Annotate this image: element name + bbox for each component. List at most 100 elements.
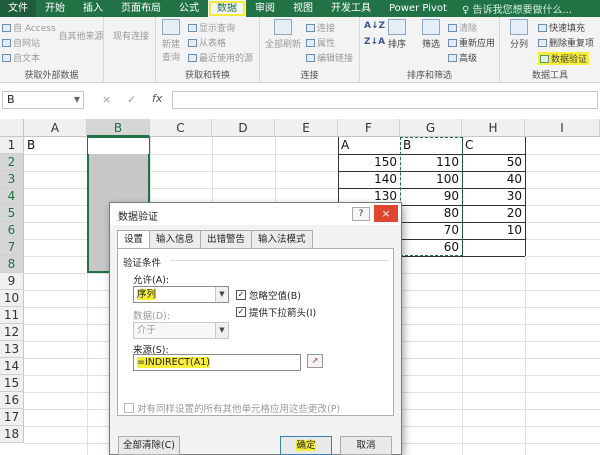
confirm-icon[interactable]: ✓ xyxy=(127,93,136,106)
refresh-all-button[interactable]: 全部刷新 xyxy=(262,19,304,50)
show-queries-button[interactable]: 显示查询 xyxy=(188,21,235,34)
col-header-a[interactable]: A xyxy=(24,119,87,137)
tab-page-layout[interactable]: 页面布局 xyxy=(112,0,170,17)
tab-error-alert[interactable]: 出错警告 xyxy=(200,230,253,248)
cell-g2[interactable]: 110 xyxy=(400,154,462,171)
ignore-blank-checkbox[interactable]: ✓ 忽略空值(B) xyxy=(236,288,301,302)
flash-fill-button[interactable]: 快速填充 xyxy=(538,21,585,34)
new-query-button[interactable]: 新建 查询 xyxy=(156,19,186,63)
tab-power-pivot[interactable]: Power Pivot xyxy=(380,0,456,17)
cell-a1[interactable]: B xyxy=(24,137,87,154)
row-header[interactable]: 3 xyxy=(0,171,24,188)
sort-button[interactable]: 排序 xyxy=(380,19,414,50)
col-header-i[interactable]: I xyxy=(525,119,600,137)
select-all-corner[interactable] xyxy=(0,119,24,137)
row-header[interactable]: 6 xyxy=(0,222,24,239)
cell-h3[interactable]: 40 xyxy=(462,171,525,188)
cancel-button[interactable]: 取消 xyxy=(340,436,392,455)
ok-button[interactable]: 确定 xyxy=(280,436,332,455)
cell-h4[interactable]: 30 xyxy=(462,188,525,205)
row-header[interactable]: 9 xyxy=(0,273,24,290)
row-header[interactable]: 2 xyxy=(0,154,24,171)
clear-button[interactable]: 清除 xyxy=(448,21,477,34)
edit-links-button[interactable]: 编辑链接 xyxy=(306,51,353,64)
help-icon[interactable]: ? xyxy=(352,207,370,221)
cell-g4[interactable]: 90 xyxy=(400,188,462,205)
cell-g7[interactable]: 60 xyxy=(400,239,462,256)
insert-function-icon[interactable]: fx xyxy=(152,92,162,105)
tab-file[interactable]: 文件 xyxy=(0,0,36,17)
close-icon[interactable]: × xyxy=(374,205,398,222)
existing-connections-button[interactable]: 现有连接 xyxy=(110,29,152,42)
chevron-down-icon[interactable]: ▼ xyxy=(74,92,80,108)
advanced-button[interactable]: 高级 xyxy=(448,51,477,64)
tab-view[interactable]: 视图 xyxy=(284,0,322,17)
col-header-c[interactable]: C xyxy=(150,119,212,137)
col-header-e[interactable]: E xyxy=(275,119,338,137)
tab-formulas[interactable]: 公式 xyxy=(170,0,208,17)
col-header-f[interactable]: F xyxy=(338,119,400,137)
tab-insert[interactable]: 插入 xyxy=(74,0,112,17)
row-header[interactable]: 12 xyxy=(0,324,24,341)
remove-duplicates-button[interactable]: 删除重复项 xyxy=(538,36,594,49)
row-header[interactable]: 16 xyxy=(0,392,24,409)
row-header[interactable]: 7 xyxy=(0,239,24,256)
row-header[interactable]: 4 xyxy=(0,188,24,205)
tab-review[interactable]: 审阅 xyxy=(246,0,284,17)
cell-f1[interactable]: A xyxy=(338,137,400,154)
active-cell[interactable] xyxy=(88,138,149,154)
cell-f2[interactable]: 150 xyxy=(338,154,400,171)
row-header[interactable]: 14 xyxy=(0,358,24,375)
chevron-down-icon[interactable]: ▼ xyxy=(215,287,228,302)
recent-sources-button[interactable]: 最近使用的源 xyxy=(188,51,253,64)
row-header[interactable]: 13 xyxy=(0,341,24,358)
name-box[interactable]: B ▼ xyxy=(2,91,84,109)
tab-settings[interactable]: 设置 xyxy=(117,230,151,249)
clear-all-button[interactable]: 全部清除(C) xyxy=(118,436,180,455)
reapply-button[interactable]: 重新应用 xyxy=(448,36,495,49)
data-validation-button[interactable]: 数据验证 xyxy=(538,52,590,65)
cell-g6[interactable]: 70 xyxy=(400,222,462,239)
cell-h1[interactable]: C xyxy=(462,137,525,154)
col-header-d[interactable]: D xyxy=(212,119,275,137)
dialog-titlebar[interactable]: 数据验证 ? × xyxy=(110,203,401,225)
col-header-b[interactable]: B xyxy=(87,119,150,137)
row-header[interactable]: 1 xyxy=(0,137,24,154)
row-header[interactable]: 8 xyxy=(0,256,24,273)
from-text-button[interactable]: 自文本 xyxy=(2,51,40,64)
tab-ime-mode[interactable]: 输入法模式 xyxy=(251,230,313,248)
cell-h5[interactable]: 20 xyxy=(462,205,525,222)
from-table-button[interactable]: 从表格 xyxy=(188,36,226,49)
row-header[interactable]: 15 xyxy=(0,375,24,392)
cell-g1[interactable]: B xyxy=(400,137,462,154)
from-access-button[interactable]: 自 Access xyxy=(2,21,56,34)
text-to-columns-button[interactable]: 分列 xyxy=(502,19,536,50)
col-header-g[interactable]: G xyxy=(400,119,462,137)
range-select-icon[interactable]: ↗ xyxy=(307,354,323,368)
formula-input[interactable] xyxy=(172,91,598,109)
tab-input-message[interactable]: 输入信息 xyxy=(149,230,202,248)
properties-button[interactable]: 属性 xyxy=(306,36,335,49)
cell-h6[interactable]: 10 xyxy=(462,222,525,239)
cancel-icon[interactable]: × xyxy=(102,93,111,106)
cell-f3[interactable]: 140 xyxy=(338,171,400,188)
cell-g3[interactable]: 100 xyxy=(400,171,462,188)
cell-g5[interactable]: 80 xyxy=(400,205,462,222)
connections-button[interactable]: 连接 xyxy=(306,21,335,34)
tell-me-box[interactable]: ♀ 告诉我您想要做什么... xyxy=(462,1,572,16)
apply-all-checkbox[interactable]: 对有同样设置的所有其他单元格应用这些更改(P) xyxy=(124,401,340,415)
other-sources-button[interactable]: 自其他来源 xyxy=(58,29,104,42)
row-header[interactable]: 5 xyxy=(0,205,24,222)
tab-data[interactable]: 数据 xyxy=(208,0,246,17)
allow-select[interactable]: 序列 ▼ xyxy=(133,286,229,303)
row-header[interactable]: 11 xyxy=(0,307,24,324)
source-input[interactable]: =INDIRECT(A1) xyxy=(133,354,301,371)
dropdown-checkbox[interactable]: ✓ 提供下拉箭头(I) xyxy=(236,305,316,319)
filter-button[interactable]: 筛选 xyxy=(416,19,446,50)
col-header-h[interactable]: H xyxy=(462,119,525,137)
row-header[interactable]: 17 xyxy=(0,409,24,426)
cell-h2[interactable]: 50 xyxy=(462,154,525,171)
tab-home[interactable]: 开始 xyxy=(36,0,74,17)
row-header[interactable]: 10 xyxy=(0,290,24,307)
from-web-button[interactable]: 自网站 xyxy=(2,36,40,49)
